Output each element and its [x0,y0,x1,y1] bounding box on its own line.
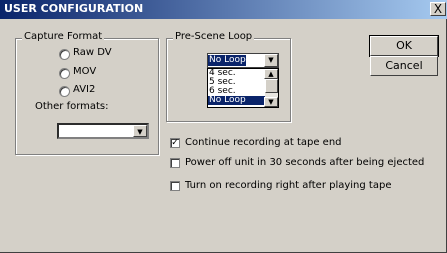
radio-avi2[interactable] [59,86,70,97]
turn-on-recording-checkbox[interactable] [170,181,180,191]
continue-recording-label: Continue recording at tape end [185,137,342,148]
pre-scene-loop-select[interactable]: No Loop ▼ [207,53,279,68]
other-formats-label: Other formats: [35,101,109,112]
window-title: USER CONFIGURATION [4,2,144,15]
cancel-button[interactable]: Cancel [370,56,438,76]
radio-raw-dv[interactable] [59,49,70,60]
power-off-label: Power off unit in 30 seconds after being… [185,157,425,168]
capture-format-legend: Capture Format [22,31,105,42]
list-item[interactable]: No Loop [208,96,265,105]
config-dialog: USER CONFIGURATION X Capture Format Raw … [0,0,447,253]
turn-on-recording-label: Turn on recording right after playing ta… [185,180,392,191]
pre-scene-loop-legend: Pre-Scene Loop [173,31,255,42]
other-formats-select[interactable]: ▼ [57,123,149,139]
pre-scene-loop-selected: No Loop [208,55,246,66]
title-bar: USER CONFIGURATION X [0,0,447,19]
continue-recording-checkbox[interactable]: ✓ [170,138,180,148]
radio-avi2-label: AVI2 [73,84,96,95]
radio-mov-label: MOV [73,66,97,77]
pre-scene-loop-group: Pre-Scene Loop No Loop ▼ 4 sec. 5 sec. 6… [166,31,291,122]
scroll-down-icon[interactable]: ▼ [264,97,278,107]
radio-mov[interactable] [59,68,70,79]
close-icon[interactable]: X [430,2,446,16]
pre-scene-loop-list[interactable]: 4 sec. 5 sec. 6 sec. No Loop ▲ ▼ [207,68,279,108]
list-scrollbar[interactable]: ▲ ▼ [264,69,278,107]
chevron-down-icon[interactable]: ▼ [133,125,147,137]
capture-format-group: Capture Format Raw DV MOV AVI2 Other for… [15,31,159,155]
scroll-thumb[interactable] [265,79,278,93]
ok-button[interactable]: OK [369,35,439,57]
scroll-up-icon[interactable]: ▲ [264,69,278,79]
radio-raw-dv-label: Raw DV [73,47,112,58]
chevron-down-icon[interactable]: ▼ [264,54,278,67]
power-off-checkbox[interactable] [170,158,180,168]
